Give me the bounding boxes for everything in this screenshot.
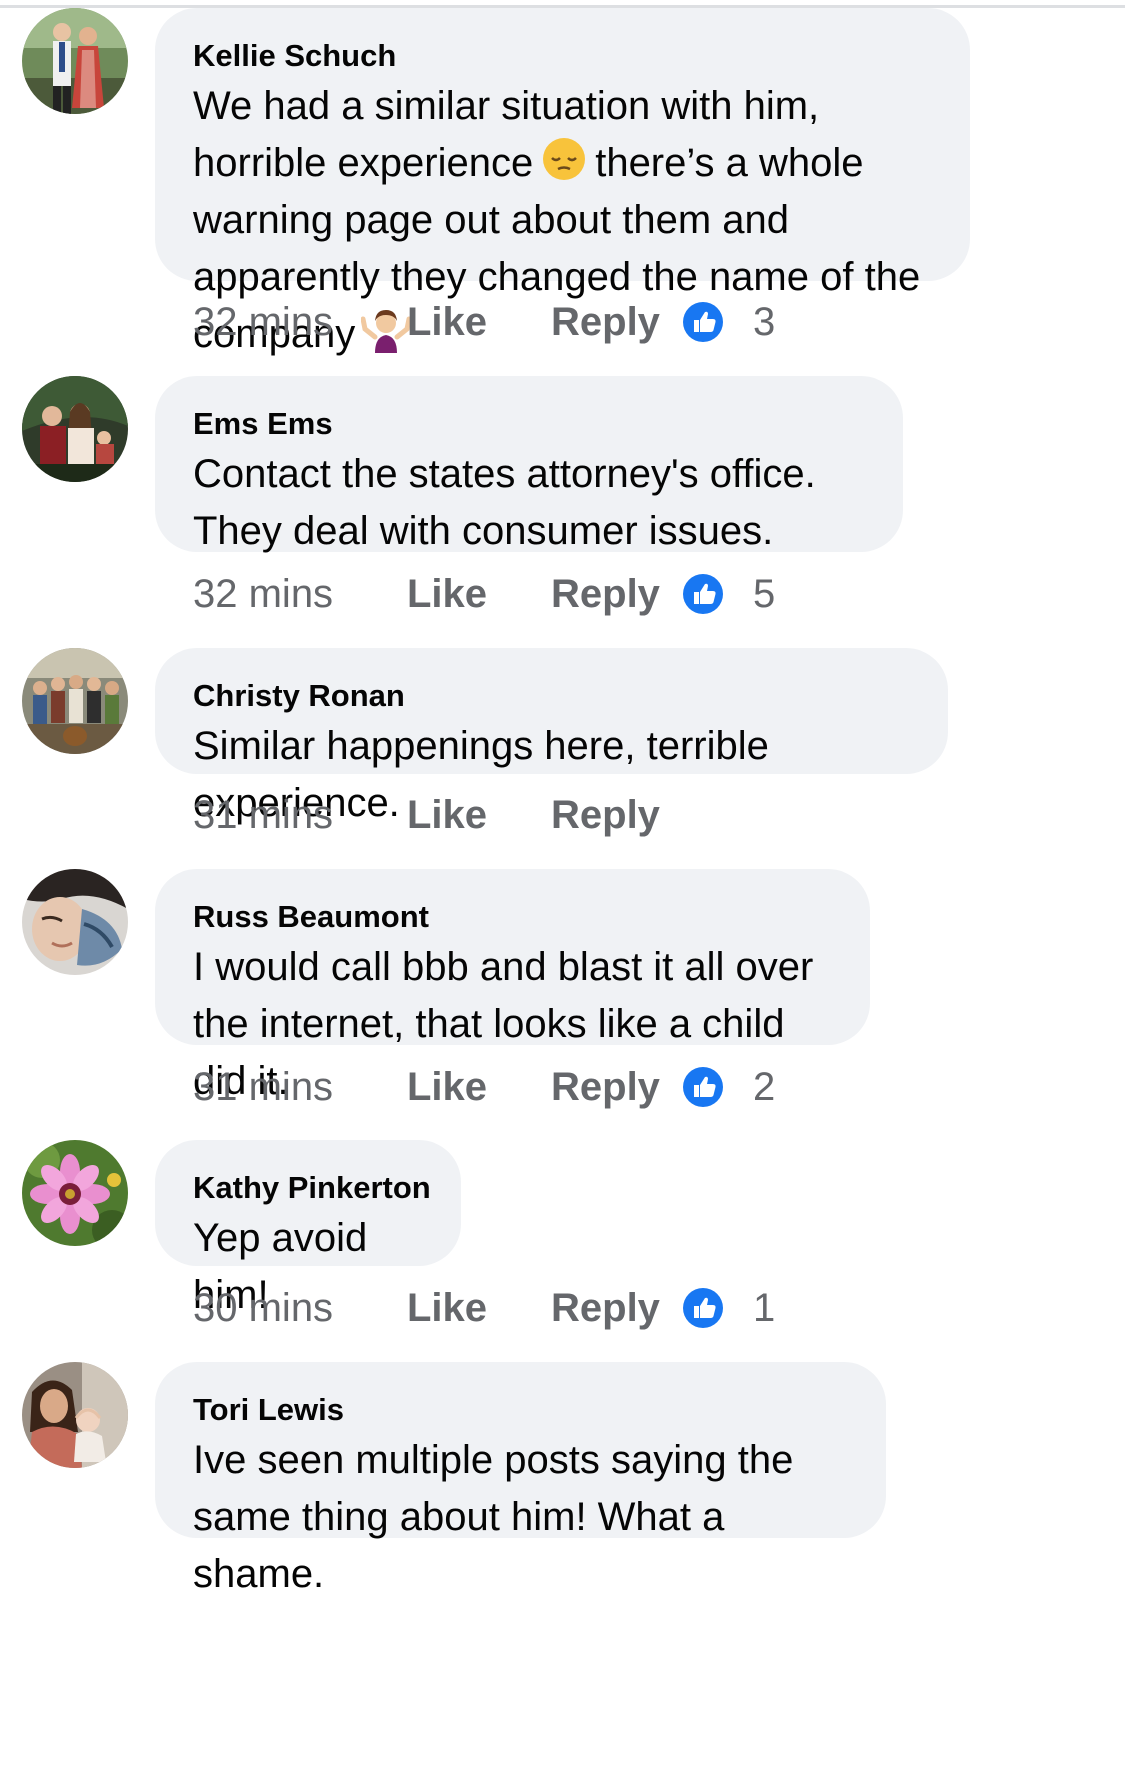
comment-actions: 32 mins Like Reply 3 <box>193 297 775 347</box>
reply-button[interactable]: Reply <box>551 1286 681 1331</box>
thumbs-up-icon <box>681 572 725 616</box>
comment-author[interactable]: Kathy Pinkerton <box>193 1170 431 1206</box>
avatar[interactable] <box>22 648 128 754</box>
pensive-face-emoji <box>539 136 589 182</box>
reaction-count[interactable]: 5 <box>753 572 775 617</box>
avatar[interactable] <box>22 376 128 482</box>
reaction-count[interactable]: 3 <box>753 300 775 345</box>
comment-text: Contact the states attorney's office. Th… <box>193 452 816 553</box>
reply-button[interactable]: Reply <box>551 572 681 617</box>
comment-author[interactable]: Christy Ronan <box>193 678 908 714</box>
like-button[interactable]: Like <box>407 572 551 617</box>
comment-timestamp[interactable]: 32 mins <box>193 572 407 617</box>
like-button[interactable]: Like <box>407 300 551 345</box>
like-button[interactable]: Like <box>407 1065 551 1110</box>
comment-timestamp[interactable]: 31 mins <box>193 793 407 838</box>
comment-author[interactable]: Ems Ems <box>193 406 863 442</box>
comment-bubble: Russ Beaumont I would call bbb and blast… <box>155 869 870 1103</box>
comment-bubble: Ems Ems Contact the states attorney's of… <box>155 376 903 553</box>
comment-actions: 32 mins Like Reply 5 <box>193 569 775 619</box>
reply-button[interactable]: Reply <box>551 1065 681 1110</box>
avatar[interactable] <box>22 1140 128 1246</box>
comment-bubble: Kellie Schuch We had a similar situation… <box>155 8 970 356</box>
reply-button[interactable]: Reply <box>551 300 681 345</box>
comment-bubble: Christy Ronan Similar happenings here, t… <box>155 648 948 825</box>
avatar[interactable] <box>22 869 128 975</box>
reaction-count[interactable]: 1 <box>753 1286 775 1331</box>
reaction-count[interactable]: 2 <box>753 1065 775 1110</box>
comment-text: Ive seen multiple posts saying the same … <box>193 1438 794 1596</box>
thumbs-up-icon <box>681 1286 725 1330</box>
comment-actions: 30 mins Like Reply 1 <box>193 1283 775 1333</box>
comment-author[interactable]: Kellie Schuch <box>193 38 930 74</box>
avatar[interactable] <box>22 1362 128 1468</box>
comment-actions: 31 mins Like Reply <box>193 790 681 840</box>
comment-author[interactable]: Russ Beaumont <box>193 899 830 935</box>
like-button[interactable]: Like <box>407 1286 551 1331</box>
comment-actions: 31 mins Like Reply 2 <box>193 1062 775 1112</box>
comment-timestamp[interactable]: 32 mins <box>193 300 407 345</box>
comment-timestamp[interactable]: 30 mins <box>193 1286 407 1331</box>
reply-button[interactable]: Reply <box>551 793 681 838</box>
thumbs-up-icon <box>681 1065 725 1109</box>
comment-bubble: Kathy Pinkerton Yep avoid him! <box>155 1140 461 1317</box>
avatar[interactable] <box>22 8 128 114</box>
comment-timestamp[interactable]: 31 mins <box>193 1065 407 1110</box>
comment-bubble: Tori Lewis Ive seen multiple posts sayin… <box>155 1362 886 1596</box>
comment-author[interactable]: Tori Lewis <box>193 1392 846 1428</box>
like-button[interactable]: Like <box>407 793 551 838</box>
thumbs-up-icon <box>681 300 725 344</box>
